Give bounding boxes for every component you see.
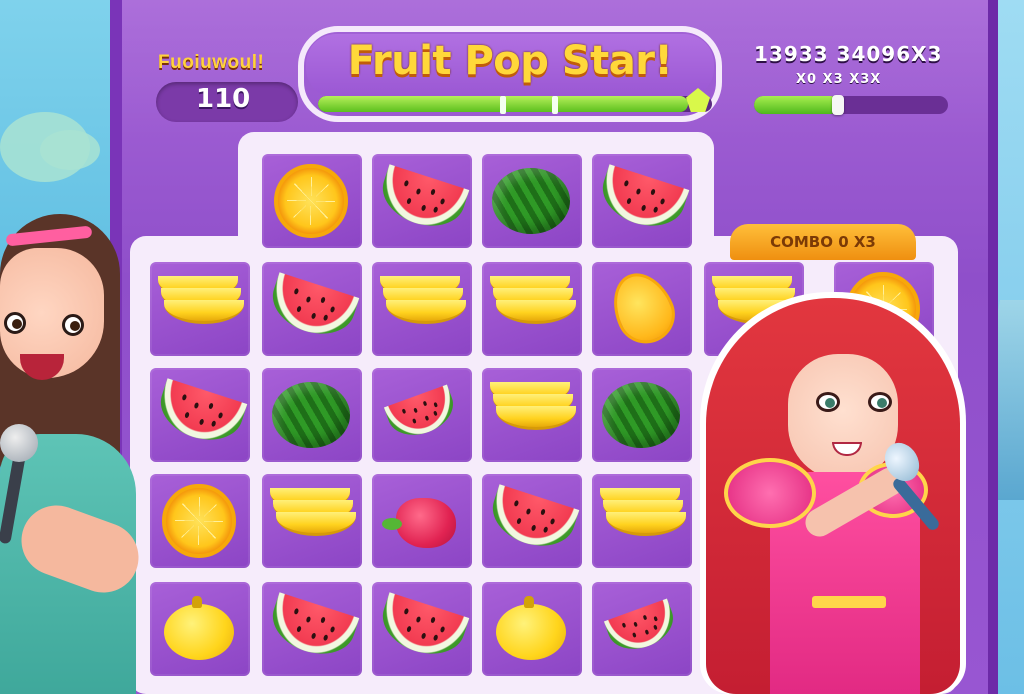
watermelon-slice-icon bbox=[374, 164, 470, 236]
progress-tick bbox=[394, 96, 400, 114]
board-cell[interactable] bbox=[372, 368, 472, 462]
microphone-icon bbox=[0, 424, 38, 462]
score-value: 110 bbox=[196, 84, 251, 114]
belt bbox=[812, 596, 886, 608]
stat-top: 13933 34096X3 bbox=[754, 42, 943, 66]
right-singer-character bbox=[700, 292, 970, 694]
board-cell[interactable] bbox=[372, 582, 472, 676]
eye bbox=[816, 392, 840, 412]
watermelon-slice-icon bbox=[264, 592, 360, 664]
board-cell[interactable] bbox=[592, 154, 692, 248]
watermelon-slice-icon bbox=[374, 592, 470, 664]
lemon-icon bbox=[164, 596, 234, 660]
combo-badge: COMBO 0 X3 bbox=[730, 224, 916, 260]
board-cell[interactable] bbox=[592, 474, 692, 568]
watermelon-slice-icon bbox=[594, 164, 690, 236]
banana-icon bbox=[600, 488, 686, 548]
board-cell[interactable] bbox=[150, 582, 250, 676]
banana-icon bbox=[158, 276, 244, 336]
board-cell[interactable] bbox=[262, 368, 362, 462]
game-title: Fruit Pop Star! bbox=[347, 38, 673, 84]
lemon-icon bbox=[496, 596, 566, 660]
board-cell[interactable] bbox=[482, 262, 582, 356]
orange-icon bbox=[274, 164, 348, 238]
board-cell[interactable] bbox=[592, 262, 692, 356]
board-cell[interactable] bbox=[482, 154, 582, 248]
orange-slice-icon bbox=[601, 263, 685, 353]
board-cell[interactable] bbox=[372, 154, 472, 248]
progress-tick bbox=[500, 96, 506, 114]
watermelon-icon bbox=[602, 382, 680, 448]
score-label: Fuoiuwoul! bbox=[158, 52, 265, 73]
watermelon-slice-icon bbox=[484, 484, 580, 556]
watermelon-splash-icon bbox=[383, 384, 461, 444]
board-cell[interactable] bbox=[592, 582, 692, 676]
watermelon-slice-icon bbox=[152, 378, 248, 450]
background-cloud bbox=[40, 130, 100, 170]
board-cell[interactable] bbox=[262, 582, 362, 676]
banana-icon bbox=[270, 488, 356, 548]
board-cell[interactable] bbox=[262, 262, 362, 356]
board-cell[interactable] bbox=[482, 474, 582, 568]
eye bbox=[62, 314, 84, 336]
banana-icon bbox=[380, 276, 466, 336]
left-singer-character bbox=[0, 214, 150, 694]
side-progress-bar bbox=[754, 96, 948, 114]
watermelon-icon bbox=[272, 382, 350, 448]
banana-icon bbox=[490, 382, 576, 442]
watermelon-splash-icon bbox=[603, 598, 681, 658]
watermelon-icon bbox=[492, 168, 570, 234]
orange-icon bbox=[162, 484, 236, 558]
progress-knob bbox=[832, 95, 844, 115]
board-cell[interactable] bbox=[150, 474, 250, 568]
face bbox=[788, 354, 898, 480]
level-progress-bar bbox=[318, 96, 712, 112]
watermelon-slice-icon bbox=[264, 272, 360, 344]
board-cell[interactable] bbox=[482, 368, 582, 462]
board-cell[interactable] bbox=[150, 368, 250, 462]
stat-sub: X0 X3 X3X bbox=[796, 72, 882, 87]
banana-icon bbox=[490, 276, 576, 336]
sleeve bbox=[724, 458, 816, 528]
eye bbox=[4, 312, 26, 334]
board-cell[interactable] bbox=[592, 368, 692, 462]
board-cell[interactable] bbox=[262, 154, 362, 248]
board-cell[interactable] bbox=[150, 262, 250, 356]
eye bbox=[868, 392, 892, 412]
board-cell[interactable] bbox=[482, 582, 582, 676]
berry-icon bbox=[382, 498, 456, 548]
progress-tick bbox=[552, 96, 558, 114]
board-cell[interactable] bbox=[262, 474, 362, 568]
board-cell[interactable] bbox=[372, 262, 472, 356]
board-cell[interactable] bbox=[372, 474, 472, 568]
